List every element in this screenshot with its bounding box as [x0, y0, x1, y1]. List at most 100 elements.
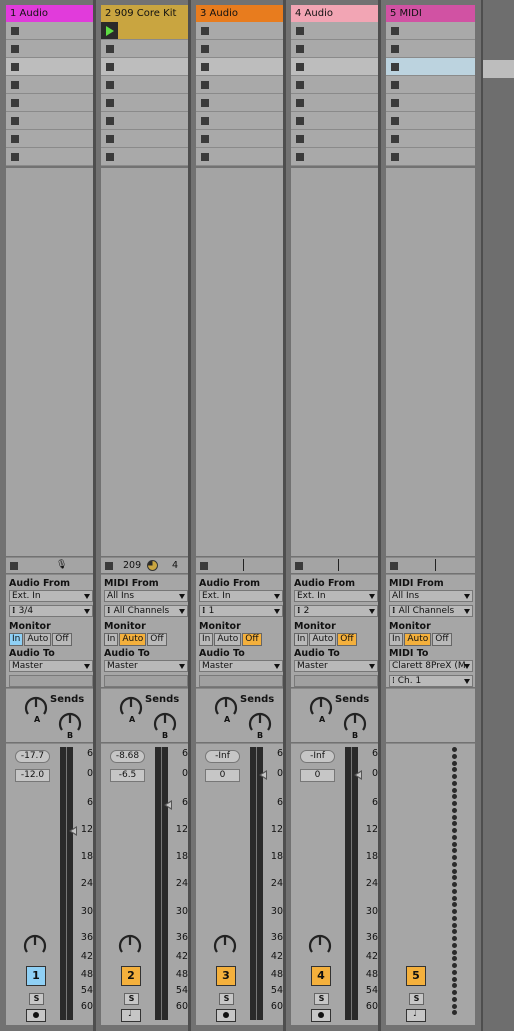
track-header[interactable]: 4 Audio: [291, 5, 380, 22]
monitor-auto-button[interactable]: Auto: [24, 633, 52, 646]
track-activator-button[interactable]: 4: [311, 966, 331, 986]
clip-slot[interactable]: [291, 148, 380, 166]
clip-slot[interactable]: [6, 112, 95, 130]
arm-button[interactable]: [216, 1009, 236, 1022]
clip-slot[interactable]: [291, 40, 380, 58]
clip-slot[interactable]: [6, 94, 95, 112]
monitor-in-button[interactable]: In: [104, 633, 119, 646]
solo-button[interactable]: S: [219, 993, 234, 1005]
input-type-select[interactable]: Ext. In: [294, 590, 378, 602]
clip-slot[interactable]: [386, 148, 475, 166]
output-channel-field[interactable]: [9, 675, 93, 687]
stop-slot-icon[interactable]: [201, 81, 209, 89]
monitor-off-button[interactable]: Off: [242, 633, 262, 646]
monitor-off-button[interactable]: Off: [432, 633, 452, 646]
track-activator-button[interactable]: 5: [406, 966, 426, 986]
clip-slot[interactable]: [386, 130, 475, 148]
clip-slot[interactable]: [291, 94, 380, 112]
clip-slot[interactable]: [386, 22, 475, 40]
output-channel-select[interactable]: ⁞ Ch. 1: [389, 675, 473, 687]
stop-slot-icon[interactable]: [296, 45, 304, 53]
stop-slot-icon[interactable]: [201, 117, 209, 125]
solo-button[interactable]: S: [29, 993, 44, 1005]
stop-slot-icon[interactable]: [296, 153, 304, 161]
clip-slot[interactable]: [101, 22, 190, 40]
output-type-select[interactable]: Master: [9, 660, 93, 672]
clip-slot[interactable]: [101, 94, 190, 112]
output-channel-field[interactable]: [104, 675, 188, 687]
input-type-select[interactable]: Ext. In: [199, 590, 283, 602]
input-channel-select[interactable]: ⁞ All Channels: [104, 605, 188, 617]
stop-slot-icon[interactable]: [106, 153, 114, 161]
stop-slot-icon[interactable]: [391, 135, 399, 143]
clip-slot[interactable]: [291, 22, 380, 40]
stop-slot-icon[interactable]: [11, 27, 19, 35]
arm-button[interactable]: [311, 1009, 331, 1022]
stop-clips-icon[interactable]: [105, 562, 113, 570]
stop-slot-icon[interactable]: [11, 153, 19, 161]
clip-slot[interactable]: [386, 76, 475, 94]
stop-slot-icon[interactable]: [106, 135, 114, 143]
clip-slot[interactable]: [196, 148, 285, 166]
volume-fader-handle[interactable]: [354, 770, 362, 780]
stop-slot-icon[interactable]: [201, 135, 209, 143]
monitor-in-button[interactable]: In: [389, 633, 404, 646]
input-channel-select[interactable]: ⁞ 1: [199, 605, 283, 617]
clip-slot[interactable]: [291, 130, 380, 148]
monitor-auto-button[interactable]: Auto: [119, 633, 147, 646]
stop-clips-icon[interactable]: [390, 562, 398, 570]
arm-midi-button[interactable]: [121, 1009, 141, 1022]
track-activator-button[interactable]: 2: [121, 966, 141, 986]
clip-slot[interactable]: [6, 22, 95, 40]
clip-slot[interactable]: [386, 112, 475, 130]
stop-slot-icon[interactable]: [391, 153, 399, 161]
output-type-select[interactable]: Master: [104, 660, 188, 672]
stop-slot-icon[interactable]: [11, 45, 19, 53]
stop-slot-icon[interactable]: [106, 63, 114, 71]
pan-knob[interactable]: [22, 932, 48, 958]
drop-area[interactable]: [6, 168, 95, 556]
pan-field[interactable]: -12.0: [15, 769, 50, 782]
stop-slot-icon[interactable]: [106, 117, 114, 125]
stop-slot-icon[interactable]: [106, 99, 114, 107]
clip-slot[interactable]: [291, 112, 380, 130]
pan-knob[interactable]: [307, 932, 333, 958]
volume-field[interactable]: -8.68: [110, 750, 145, 763]
clip-slot[interactable]: [6, 148, 95, 166]
clip-slot[interactable]: [101, 148, 190, 166]
stop-slot-icon[interactable]: [296, 81, 304, 89]
input-type-select[interactable]: Ext. In: [9, 590, 93, 602]
monitor-auto-button[interactable]: Auto: [404, 633, 432, 646]
stop-slot-icon[interactable]: [11, 135, 19, 143]
clip-slot[interactable]: [101, 58, 190, 76]
clip-slot[interactable]: [386, 94, 475, 112]
stop-slot-icon[interactable]: [106, 81, 114, 89]
output-type-select[interactable]: Master: [199, 660, 283, 672]
volume-field[interactable]: -Inf: [205, 750, 240, 763]
clip-slot[interactable]: [196, 94, 285, 112]
clip-slot[interactable]: [196, 112, 285, 130]
monitor-auto-button[interactable]: Auto: [214, 633, 242, 646]
drop-area[interactable]: [196, 168, 285, 556]
output-type-select[interactable]: Clarett 8PreX (M: [389, 660, 473, 672]
stop-slot-icon[interactable]: [11, 81, 19, 89]
stop-slot-icon[interactable]: [11, 117, 19, 125]
volume-fader-handle[interactable]: [164, 800, 172, 810]
input-channel-select[interactable]: ⁞ All Channels: [389, 605, 473, 617]
stop-clips-icon[interactable]: [295, 562, 303, 570]
clip-slot[interactable]: [101, 76, 190, 94]
clip-slot[interactable]: [196, 130, 285, 148]
clip-slot[interactable]: [386, 40, 475, 58]
clip-slot[interactable]: [196, 40, 285, 58]
monitor-auto-button[interactable]: Auto: [309, 633, 337, 646]
stop-slot-icon[interactable]: [391, 117, 399, 125]
clip-play-icon[interactable]: [101, 22, 118, 39]
volume-field[interactable]: -17.7: [15, 750, 50, 763]
clip-slot[interactable]: [291, 58, 380, 76]
stop-slot-icon[interactable]: [201, 45, 209, 53]
pan-field[interactable]: -6.5: [110, 769, 145, 782]
input-type-select[interactable]: All Ins: [389, 590, 473, 602]
stop-slot-icon[interactable]: [201, 63, 209, 71]
track-header[interactable]: 5 MIDI: [386, 5, 475, 22]
clip-slot[interactable]: [386, 58, 475, 76]
